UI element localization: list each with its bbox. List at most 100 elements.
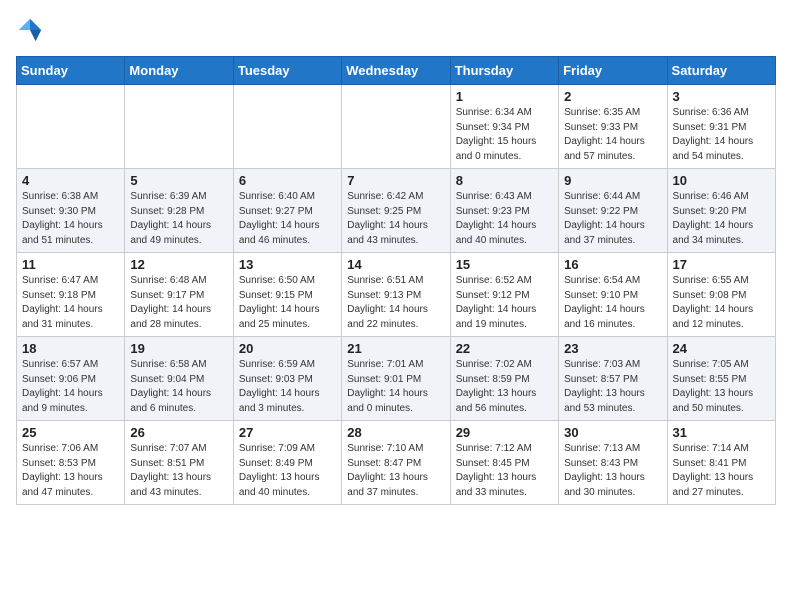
calendar-cell: 1 Sunrise: 6:34 AM Sunset: 9:34 PM Daylig… (450, 85, 558, 169)
day-info: Sunrise: 6:39 AM Sunset: 9:28 PM Dayligh… (130, 191, 211, 246)
day-info: Sunrise: 7:09 AM Sunset: 8:49 PM Dayligh… (239, 443, 320, 498)
calendar-cell: 6 Sunrise: 6:40 AM Sunset: 9:27 PM Daylig… (233, 169, 341, 253)
day-info: Sunrise: 6:54 AM Sunset: 9:10 PM Dayligh… (564, 275, 645, 330)
calendar-cell: 5 Sunrise: 6:39 AM Sunset: 9:28 PM Daylig… (125, 169, 233, 253)
calendar-cell: 18 Sunrise: 6:57 AM Sunset: 9:06 PM Dayli… (17, 337, 125, 421)
day-number: 15 (456, 257, 553, 272)
calendar-cell: 10Sunrise: 6:46 AM Sunset: 9:20 PM Dayli… (667, 169, 775, 253)
day-number: 3 (673, 89, 770, 104)
day-number: 6 (239, 173, 336, 188)
calendar-cell: 8 Sunrise: 6:43 AM Sunset: 9:23 PM Daylig… (450, 169, 558, 253)
day-number: 16 (564, 257, 661, 272)
calendar-cell: 13 Sunrise: 6:50 AM Sunset: 9:15 PM Dayli… (233, 253, 341, 337)
day-header-sunday: Sunday (17, 57, 125, 85)
day-number: 18 (22, 341, 119, 356)
calendar-cell: 7Sunrise: 6:42 AM Sunset: 9:25 PM Daylig… (342, 169, 450, 253)
day-number: 19 (130, 341, 227, 356)
calendar-cell: 19Sunrise: 6:58 AM Sunset: 9:04 PM Dayli… (125, 337, 233, 421)
calendar-cell: 24 Sunrise: 7:05 AM Sunset: 8:55 PM Dayli… (667, 337, 775, 421)
day-info: Sunrise: 6:38 AM Sunset: 9:30 PM Dayligh… (22, 191, 103, 246)
day-number: 27 (239, 425, 336, 440)
calendar-cell: 27 Sunrise: 7:09 AM Sunset: 8:49 PM Dayli… (233, 421, 341, 505)
day-number: 12 (130, 257, 227, 272)
day-number: 2 (564, 89, 661, 104)
day-number: 17 (673, 257, 770, 272)
day-number: 4 (22, 173, 119, 188)
day-info: Sunrise: 6:35 AM Sunset: 9:33 PM Dayligh… (564, 107, 645, 162)
calendar-cell: 12 Sunrise: 6:48 AM Sunset: 9:17 PM Dayli… (125, 253, 233, 337)
day-info: Sunrise: 6:59 AM Sunset: 9:03 PM Dayligh… (239, 359, 320, 414)
day-number: 30 (564, 425, 661, 440)
day-info: Sunrise: 6:57 AM Sunset: 9:06 PM Dayligh… (22, 359, 103, 414)
day-info: Sunrise: 6:36 AM Sunset: 9:31 PM Dayligh… (673, 107, 754, 162)
day-number: 21 (347, 341, 444, 356)
day-info: Sunrise: 7:10 AM Sunset: 8:47 PM Dayligh… (347, 443, 428, 498)
calendar-cell: 11Sunrise: 6:47 AM Sunset: 9:18 PM Dayli… (17, 253, 125, 337)
day-header-thursday: Thursday (450, 57, 558, 85)
day-header-wednesday: Wednesday (342, 57, 450, 85)
calendar-cell (342, 85, 450, 169)
day-info: Sunrise: 7:13 AM Sunset: 8:43 PM Dayligh… (564, 443, 645, 498)
header-row: SundayMondayTuesdayWednesdayThursdayFrid… (17, 57, 776, 85)
day-number: 24 (673, 341, 770, 356)
day-info: Sunrise: 7:12 AM Sunset: 8:45 PM Dayligh… (456, 443, 537, 498)
day-header-tuesday: Tuesday (233, 57, 341, 85)
day-info: Sunrise: 6:43 AM Sunset: 9:23 PM Dayligh… (456, 191, 537, 246)
page-header (16, 16, 776, 44)
day-header-saturday: Saturday (667, 57, 775, 85)
calendar-cell (17, 85, 125, 169)
calendar-cell: 31 Sunrise: 7:14 AM Sunset: 8:41 PM Dayli… (667, 421, 775, 505)
day-number: 31 (673, 425, 770, 440)
day-number: 14 (347, 257, 444, 272)
day-info: Sunrise: 7:05 AM Sunset: 8:55 PM Dayligh… (673, 359, 754, 414)
day-info: Sunrise: 7:06 AM Sunset: 8:53 PM Dayligh… (22, 443, 103, 498)
day-number: 1 (456, 89, 553, 104)
day-number: 26 (130, 425, 227, 440)
calendar-cell: 22 Sunrise: 7:02 AM Sunset: 8:59 PM Dayli… (450, 337, 558, 421)
day-info: Sunrise: 7:02 AM Sunset: 8:59 PM Dayligh… (456, 359, 537, 414)
logo (16, 16, 48, 44)
day-number: 28 (347, 425, 444, 440)
calendar-cell: 20 Sunrise: 6:59 AM Sunset: 9:03 PM Dayli… (233, 337, 341, 421)
day-number: 20 (239, 341, 336, 356)
calendar-cell: 21Sunrise: 7:01 AM Sunset: 9:01 PM Dayli… (342, 337, 450, 421)
week-row-1: 1 Sunrise: 6:34 AM Sunset: 9:34 PM Daylig… (17, 85, 776, 169)
calendar-cell: 2 Sunrise: 6:35 AM Sunset: 9:33 PM Daylig… (559, 85, 667, 169)
day-number: 22 (456, 341, 553, 356)
day-number: 23 (564, 341, 661, 356)
day-info: Sunrise: 7:07 AM Sunset: 8:51 PM Dayligh… (130, 443, 211, 498)
calendar-cell: 9 Sunrise: 6:44 AM Sunset: 9:22 PM Daylig… (559, 169, 667, 253)
calendar-cell: 23 Sunrise: 7:03 AM Sunset: 8:57 PM Dayli… (559, 337, 667, 421)
calendar-cell (233, 85, 341, 169)
calendar-cell (125, 85, 233, 169)
calendar-cell: 14 Sunrise: 6:51 AM Sunset: 9:13 PM Dayli… (342, 253, 450, 337)
day-info: Sunrise: 6:51 AM Sunset: 9:13 PM Dayligh… (347, 275, 428, 330)
day-number: 10 (673, 173, 770, 188)
day-number: 7 (347, 173, 444, 188)
day-info: Sunrise: 6:44 AM Sunset: 9:22 PM Dayligh… (564, 191, 645, 246)
week-row-4: 18 Sunrise: 6:57 AM Sunset: 9:06 PM Dayli… (17, 337, 776, 421)
day-number: 5 (130, 173, 227, 188)
day-header-friday: Friday (559, 57, 667, 85)
calendar-cell: 3 Sunrise: 6:36 AM Sunset: 9:31 PM Daylig… (667, 85, 775, 169)
calendar-cell: 28 Sunrise: 7:10 AM Sunset: 8:47 PM Dayli… (342, 421, 450, 505)
day-number: 13 (239, 257, 336, 272)
calendar-cell: 30 Sunrise: 7:13 AM Sunset: 8:43 PM Dayli… (559, 421, 667, 505)
day-info: Sunrise: 6:48 AM Sunset: 9:17 PM Dayligh… (130, 275, 211, 330)
calendar-cell: 29 Sunrise: 7:12 AM Sunset: 8:45 PM Dayli… (450, 421, 558, 505)
day-number: 9 (564, 173, 661, 188)
week-row-5: 25Sunrise: 7:06 AM Sunset: 8:53 PM Dayli… (17, 421, 776, 505)
day-number: 29 (456, 425, 553, 440)
day-info: Sunrise: 6:34 AM Sunset: 9:34 PM Dayligh… (456, 107, 537, 162)
day-info: Sunrise: 6:40 AM Sunset: 9:27 PM Dayligh… (239, 191, 320, 246)
day-info: Sunrise: 6:47 AM Sunset: 9:18 PM Dayligh… (22, 275, 103, 330)
week-row-2: 4 Sunrise: 6:38 AM Sunset: 9:30 PM Daylig… (17, 169, 776, 253)
calendar-cell: 17Sunrise: 6:55 AM Sunset: 9:08 PM Dayli… (667, 253, 775, 337)
calendar-cell: 26 Sunrise: 7:07 AM Sunset: 8:51 PM Dayli… (125, 421, 233, 505)
day-info: Sunrise: 6:50 AM Sunset: 9:15 PM Dayligh… (239, 275, 320, 330)
day-number: 8 (456, 173, 553, 188)
day-info: Sunrise: 7:03 AM Sunset: 8:57 PM Dayligh… (564, 359, 645, 414)
day-info: Sunrise: 7:14 AM Sunset: 8:41 PM Dayligh… (673, 443, 754, 498)
calendar-cell: 15Sunrise: 6:52 AM Sunset: 9:12 PM Dayli… (450, 253, 558, 337)
calendar-cell: 16 Sunrise: 6:54 AM Sunset: 9:10 PM Dayli… (559, 253, 667, 337)
